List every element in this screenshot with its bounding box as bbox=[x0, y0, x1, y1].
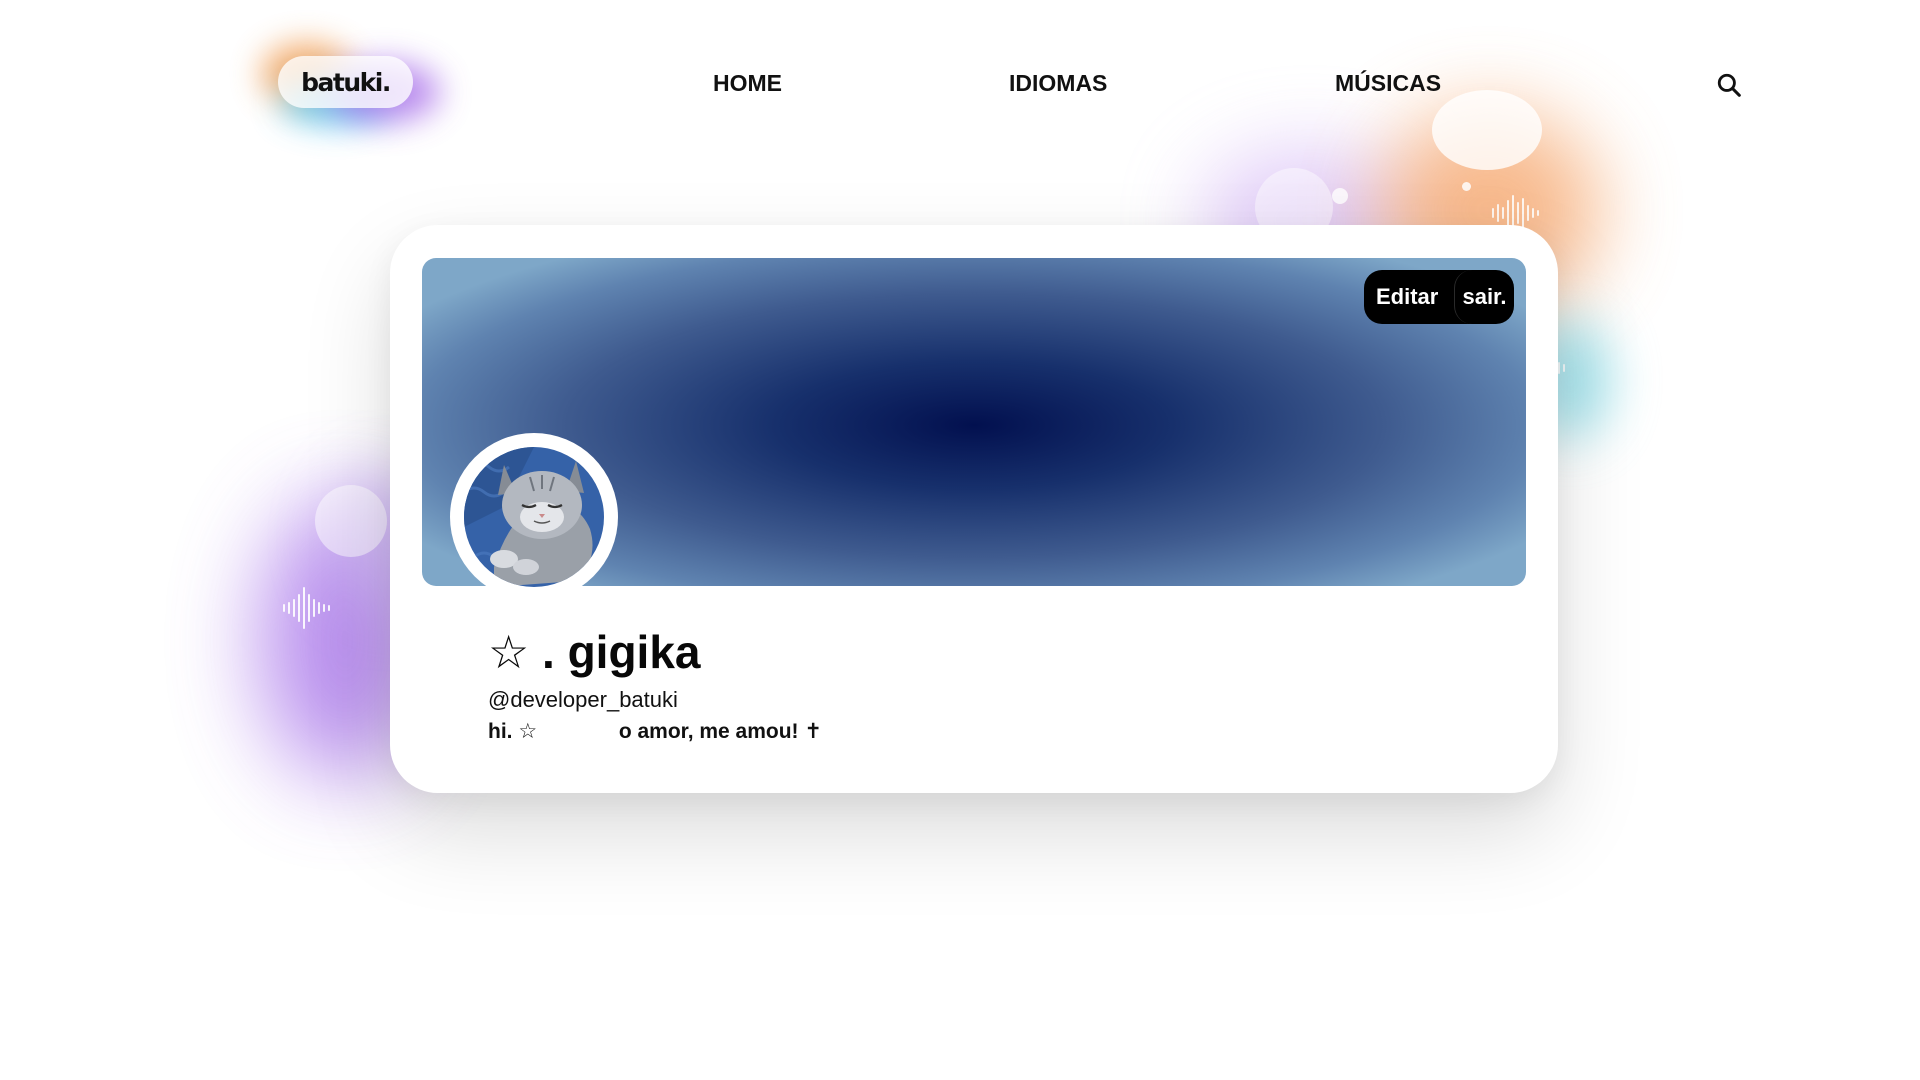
search-icon[interactable] bbox=[1716, 72, 1742, 98]
edit-button[interactable]: Editar bbox=[1364, 284, 1454, 310]
background-bubble bbox=[1462, 182, 1471, 191]
profile-username: @developer_batuki bbox=[488, 687, 678, 712]
profile-bio: hi. ☆ o amor, me amou! ✝ bbox=[488, 720, 822, 743]
logo-text: batuki. bbox=[278, 56, 413, 108]
profile-card: Editar sair. ☆ . gigika @developer_batuk… bbox=[390, 225, 1558, 793]
background-bubble bbox=[315, 485, 387, 557]
logout-button[interactable]: sair. bbox=[1454, 270, 1514, 324]
logo[interactable]: batuki. bbox=[250, 40, 450, 140]
profile-actions: Editar sair. bbox=[1364, 270, 1514, 324]
nav-idiomas[interactable]: IDIOMAS bbox=[1009, 70, 1107, 97]
kitten-avatar-image bbox=[464, 447, 604, 587]
background-bubble bbox=[1332, 188, 1348, 204]
nav-home[interactable]: HOME bbox=[713, 70, 782, 97]
soundwave-icon bbox=[283, 587, 330, 629]
nav-musicas[interactable]: MÚSICAS bbox=[1335, 70, 1441, 97]
avatar[interactable] bbox=[450, 433, 618, 601]
background-bubble bbox=[1432, 90, 1542, 170]
profile-display-name: ☆ . gigika bbox=[488, 626, 701, 678]
profile-banner: Editar sair. bbox=[422, 258, 1526, 601]
